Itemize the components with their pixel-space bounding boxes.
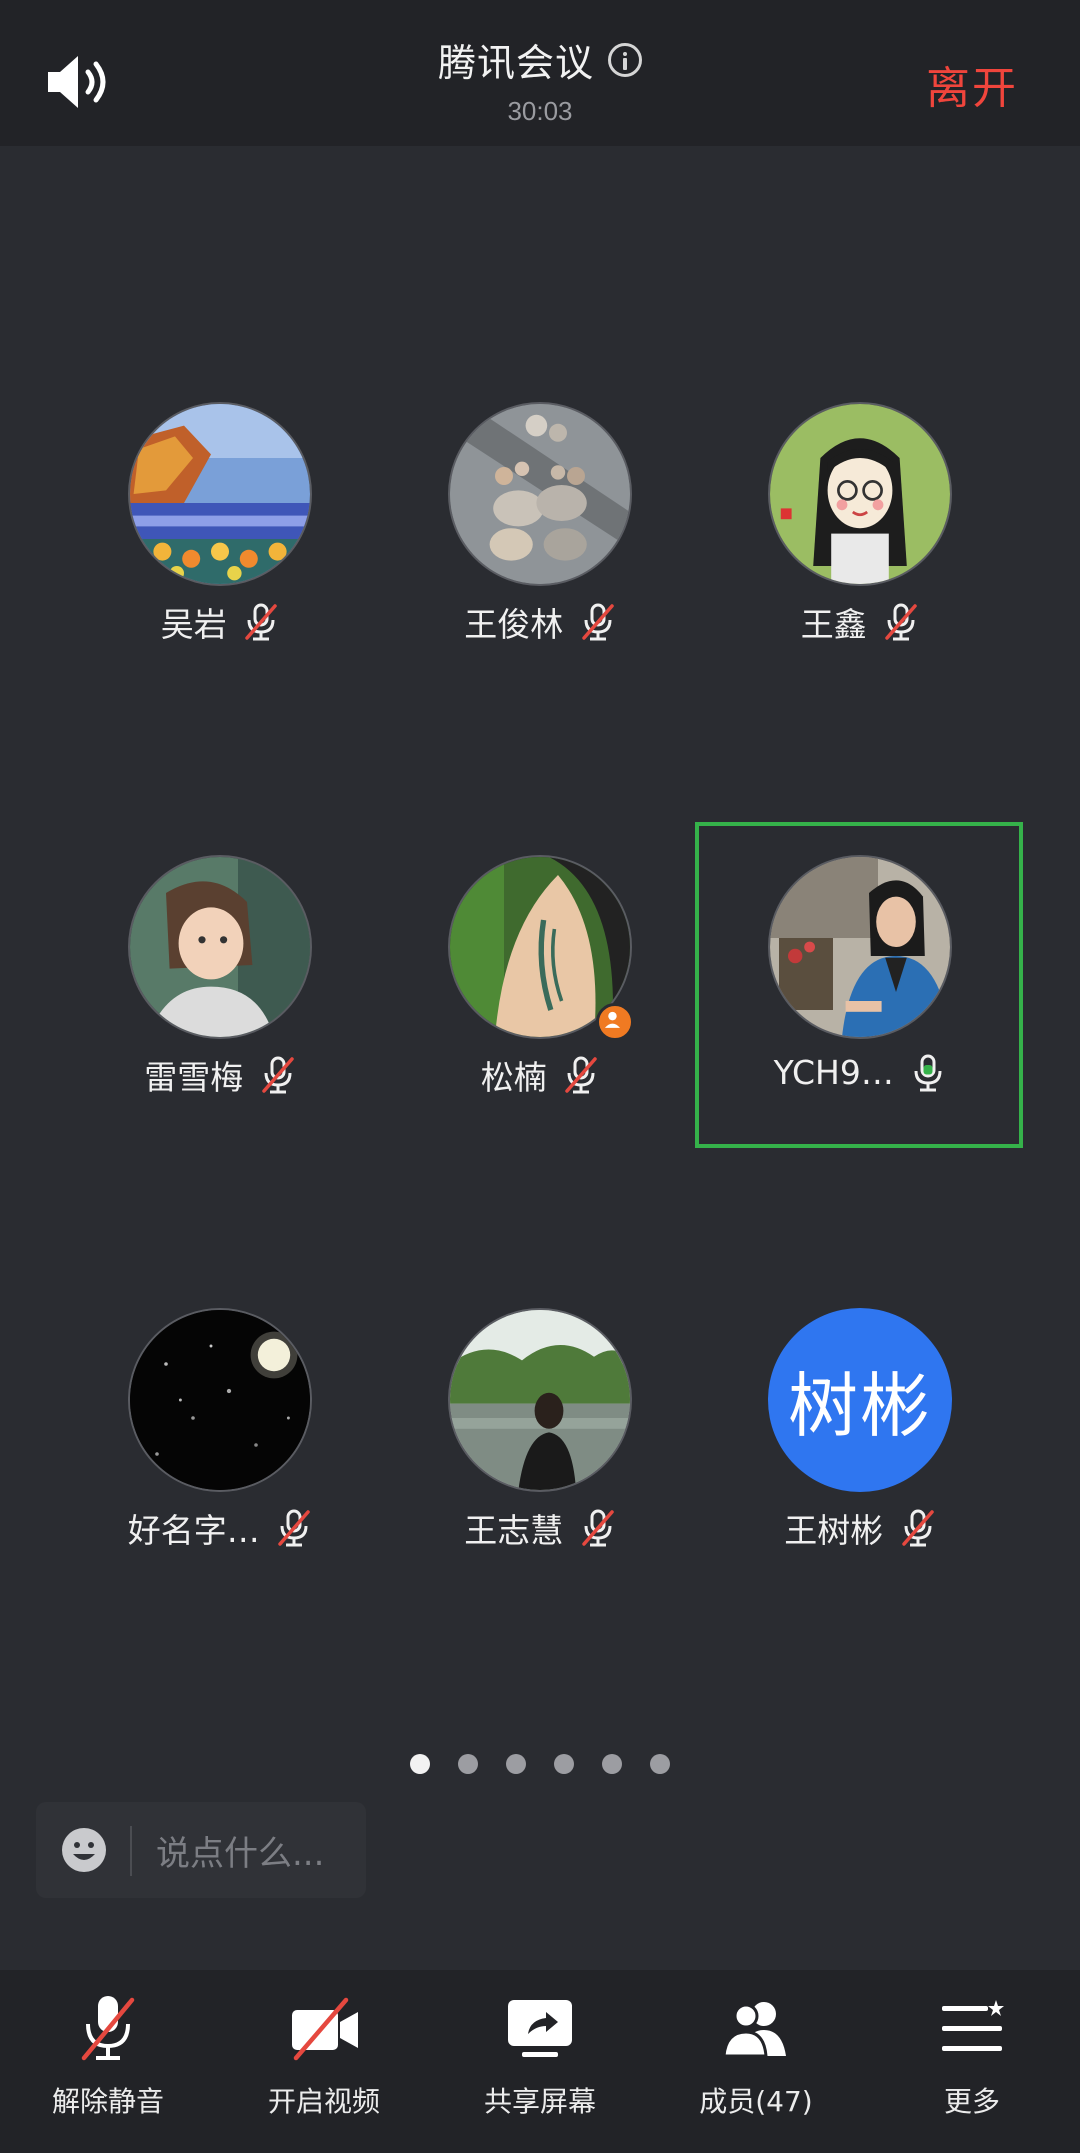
members-button[interactable]: 成员(47) — [648, 1992, 864, 2142]
participant-tile[interactable]: 吴岩 — [60, 402, 380, 722]
participant-name: 雷雪梅 — [144, 1058, 244, 1097]
participant-name: YCH9… — [773, 1053, 894, 1092]
avatar — [448, 1308, 632, 1492]
video-off-icon — [292, 1997, 358, 2061]
page-dot-active[interactable] — [410, 1754, 430, 1774]
start-video-label: 开启视频 — [267, 2085, 380, 2118]
avatar — [128, 1308, 312, 1492]
meeting-timer: 30:03 — [507, 96, 573, 126]
page-indicator — [0, 1754, 1080, 1778]
mic-muted-icon — [262, 1056, 294, 1094]
host-user-icon — [596, 1003, 634, 1041]
participant-tile[interactable]: 树彬 王树彬 — [700, 1308, 1020, 1628]
participant-tile[interactable]: 好名字… — [60, 1308, 380, 1628]
text-avatar: 树彬 — [768, 1308, 952, 1492]
participant-name-row: 王俊林 — [380, 598, 700, 646]
mic-muted-icon — [902, 1509, 934, 1547]
avatar — [128, 855, 312, 1039]
chat-placeholder[interactable]: 说点什么... — [156, 1826, 324, 1875]
page-dot[interactable] — [458, 1754, 478, 1774]
more-button[interactable]: 更多 — [864, 1992, 1080, 2142]
child-photo-image — [130, 857, 310, 1037]
participant-name-row: 王志慧 — [380, 1504, 700, 1552]
unmute-button[interactable]: 解除静音 — [0, 1992, 216, 2142]
avatar — [768, 402, 952, 586]
night-moon-image — [130, 1310, 310, 1490]
woman-photo-image — [770, 857, 950, 1037]
mic-muted-icon — [245, 603, 277, 641]
mic-muted-icon — [565, 1056, 597, 1094]
pebble-footprints-image — [450, 404, 630, 584]
mic-muted-icon — [582, 1509, 614, 1547]
participant-name: 王树彬 — [784, 1511, 884, 1550]
participant-name-row: 王鑫 — [700, 598, 1020, 646]
participant-tile[interactable]: 王鑫 — [700, 402, 1020, 722]
participant-name-row: YCH9… — [700, 1051, 1020, 1093]
participant-name: 王志慧 — [464, 1511, 564, 1550]
chat-input-box[interactable]: 说点什么... — [36, 1802, 366, 1898]
info-icon[interactable] — [608, 42, 642, 77]
share-screen-button[interactable]: 共享屏幕 — [432, 1992, 648, 2142]
start-video-button[interactable]: 开启视频 — [216, 1992, 432, 2142]
members-label: 成员(47) — [699, 2085, 813, 2118]
meeting-title[interactable]: 腾讯会议 — [438, 32, 642, 87]
page-dot[interactable] — [602, 1754, 622, 1774]
participant-tile[interactable]: 雷雪梅 — [60, 855, 380, 1175]
avatar — [128, 402, 312, 586]
header-bar: 腾讯会议 30:03 离开 — [0, 0, 1080, 146]
avatar — [448, 402, 632, 586]
divider — [130, 1826, 132, 1876]
participant-name: 王俊林 — [464, 605, 564, 644]
page-dot[interactable] — [650, 1754, 670, 1774]
participant-name: 好名字… — [127, 1511, 260, 1550]
meeting-title-group: 腾讯会议 — [0, 32, 1080, 87]
participant-name: 王鑫 — [800, 605, 867, 644]
mic-muted-icon — [885, 603, 917, 641]
cartoon-girl-image — [770, 404, 950, 584]
members-icon — [722, 2002, 786, 2058]
participant-name: 松楠 — [480, 1058, 547, 1097]
more-menu-icon — [942, 2000, 1004, 2051]
page-dot[interactable] — [506, 1754, 526, 1774]
participant-name-row: 吴岩 — [60, 598, 380, 646]
participant-name-row: 王树彬 — [700, 1504, 1020, 1552]
participant-tile[interactable]: 松楠 — [380, 855, 700, 1175]
participant-tile[interactable]: 王俊林 — [380, 402, 700, 722]
emoji-icon[interactable] — [60, 1826, 108, 1874]
lakeside-woman-image — [450, 1310, 630, 1490]
unmute-label: 解除静音 — [51, 2085, 164, 2118]
meeting-title-text: 腾讯会议 — [437, 41, 594, 85]
seascape-painting-image — [130, 404, 310, 584]
participant-name-row: 松楠 — [380, 1051, 700, 1099]
mic-active-icon — [914, 1054, 942, 1091]
mic-muted-icon — [81, 1996, 135, 2061]
page-dot[interactable] — [554, 1754, 574, 1774]
share-screen-icon — [508, 2000, 572, 2057]
participant-tile-active-speaker[interactable]: YCH9… — [700, 855, 1020, 1175]
bottom-toolbar: 解除静音 开启视频 共享屏幕 成员(47) 更多 — [0, 1970, 1080, 2153]
participant-name-row: 好名字… — [60, 1504, 380, 1552]
avatar — [768, 855, 952, 1039]
leave-button[interactable]: 离开 — [926, 52, 1018, 116]
more-label: 更多 — [943, 2085, 1000, 2118]
mic-muted-icon — [278, 1509, 310, 1547]
participant-tile[interactable]: 王志慧 — [380, 1308, 700, 1628]
mic-muted-icon — [582, 603, 614, 641]
participant-name: 吴岩 — [160, 605, 227, 644]
participant-name-row: 雷雪梅 — [60, 1051, 380, 1099]
share-screen-label: 共享屏幕 — [483, 2085, 596, 2118]
